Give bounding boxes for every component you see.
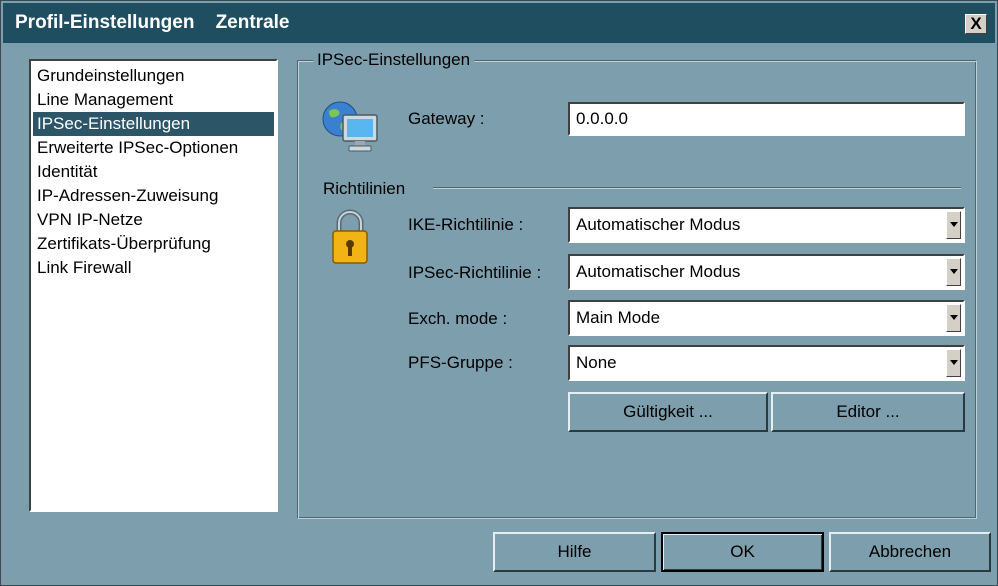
profile-settings-dialog: Profil-Einstellungen Zentrale X Grundein… <box>0 0 998 586</box>
padlock-icon <box>331 207 369 265</box>
nav-item-ipsec-einstellungen[interactable]: IPSec-Einstellungen <box>33 112 274 136</box>
nav-item-link-firewall[interactable]: Link Firewall <box>33 256 274 280</box>
ike-policy-label: IKE-Richtilinie : <box>408 215 524 234</box>
ipsec-policy-select[interactable]: Automatischer Modus <box>568 254 965 290</box>
nav-item-identitaet[interactable]: Identität <box>33 160 274 184</box>
pfs-group-label: PFS-Gruppe : <box>408 353 513 372</box>
chevron-down-icon[interactable] <box>946 211 961 239</box>
chevron-down-icon[interactable] <box>946 258 961 286</box>
editor-button[interactable]: Editor ... <box>771 392 965 432</box>
pfs-group-select[interactable]: None <box>568 345 965 381</box>
help-button[interactable]: Hilfe <box>493 532 656 572</box>
nav-item-grundeinstellungen[interactable]: Grundeinstellungen <box>33 64 274 88</box>
nav-item-line-management[interactable]: Line Management <box>33 88 274 112</box>
ipsec-policy-value: Automatischer Modus <box>576 262 741 281</box>
close-icon: X <box>970 14 982 33</box>
pfs-group-value: None <box>576 353 617 372</box>
validity-button[interactable]: Gültigkeit ... <box>568 392 768 432</box>
chevron-down-icon[interactable] <box>946 349 961 377</box>
cancel-button[interactable]: Abbrechen <box>829 532 991 572</box>
close-button[interactable]: X <box>965 14 987 34</box>
chevron-down-icon[interactable] <box>946 304 961 332</box>
ike-policy-select[interactable]: Automatischer Modus <box>568 207 965 243</box>
gateway-input[interactable]: 0.0.0.0 <box>568 102 965 136</box>
settings-category-list[interactable]: Grundeinstellungen Line Management IPSec… <box>29 59 278 512</box>
ok-button[interactable]: OK <box>661 532 824 572</box>
group-legend: IPSec-Einstellungen <box>313 50 475 70</box>
nav-item-zertifikats-ueberpruefung[interactable]: Zertifikats-Überprüfung <box>33 232 274 256</box>
nav-item-ip-adressen-zuweisung[interactable]: IP-Adressen-Zuweisung <box>33 184 274 208</box>
nav-item-vpn-ip-netze[interactable]: VPN IP-Netze <box>33 208 274 232</box>
nav-item-erweiterte-ipsec-optionen[interactable]: Erweiterte IPSec-Optionen <box>33 136 274 160</box>
exch-mode-value: Main Mode <box>576 308 661 327</box>
policies-section-label: Richtilinien <box>323 179 406 198</box>
window-title: Profil-Einstellungen Zentrale <box>15 12 290 33</box>
ike-policy-value: Automatischer Modus <box>576 215 741 234</box>
gateway-label: Gateway : <box>408 109 485 128</box>
exch-mode-select[interactable]: Main Mode <box>568 300 965 336</box>
title-bar: Profil-Einstellungen Zentrale X <box>3 3 995 43</box>
section-divider <box>433 187 961 189</box>
ipsec-policy-label: IPSec-Richtilinie : <box>408 263 542 282</box>
computer-globe-icon <box>321 99 381 155</box>
exch-mode-label: Exch. mode : <box>408 309 508 328</box>
